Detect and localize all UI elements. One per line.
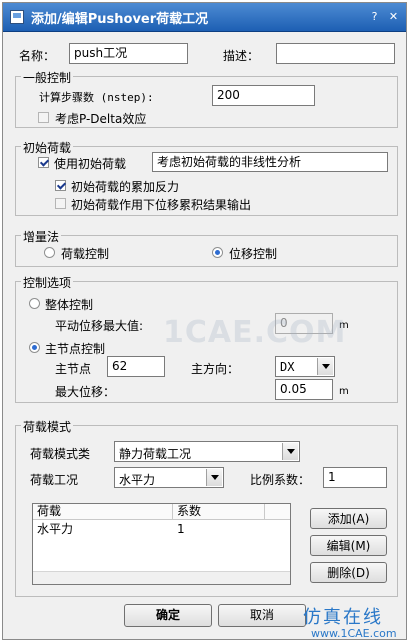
- master-node-control-label: 主节点控制: [45, 342, 106, 356]
- dialog-window: 添加/编辑Pushover荷载工况 ? ✕ 名称： push工况 描述： 一般控…: [2, 2, 407, 640]
- direction-value: DX: [280, 360, 295, 374]
- load-pattern-type-select[interactable]: 静力荷载工况: [114, 441, 300, 462]
- ok-button[interactable]: 确定: [124, 604, 212, 627]
- max-displacement-unit: m: [339, 386, 349, 397]
- direction-label: 主方向：: [191, 362, 240, 376]
- watermark-text: 1CAE.COM: [163, 315, 347, 350]
- load-pattern-type-value: 静力荷载工况: [119, 447, 192, 461]
- name-label: 名称：: [19, 49, 56, 63]
- master-node-control-radio[interactable]: [29, 342, 40, 353]
- edit-button[interactable]: 编辑(M): [310, 535, 387, 556]
- avg-displacement-label: 平动位移最大值:: [55, 319, 144, 333]
- scale-factor-label: 比例系数：: [250, 473, 311, 487]
- max-displacement-label: 最大位移：: [55, 385, 116, 399]
- chevron-down-icon: [317, 358, 333, 375]
- max-displacement-input[interactable]: 0.05: [275, 379, 333, 400]
- description-input[interactable]: [276, 43, 395, 64]
- direction-select[interactable]: DX: [275, 356, 335, 377]
- master-node-input[interactable]: 62: [107, 356, 165, 377]
- accumulate-reaction-label: 初始荷载的累加反力: [71, 180, 180, 194]
- load-table[interactable]: 荷载 系数 水平力 1: [32, 503, 291, 585]
- close-button[interactable]: ✕: [386, 9, 401, 24]
- horizontal-scrollbar[interactable]: [33, 571, 290, 584]
- steps-label: 计算步骤数 (nstep):: [39, 91, 154, 104]
- add-button[interactable]: 添加(A): [310, 508, 387, 529]
- pdelta-label: 考虑P-Delta效应: [55, 112, 147, 126]
- load-control-label: 荷载控制: [61, 247, 110, 261]
- load-control-radio[interactable]: [44, 247, 55, 258]
- control-options-legend: 控制选项: [21, 274, 74, 291]
- accumulate-reaction-checkbox[interactable]: [55, 180, 66, 191]
- scale-factor-input[interactable]: 1: [323, 467, 387, 488]
- description-label: 描述：: [223, 49, 260, 63]
- brand-watermark: 仿真在线: [303, 607, 383, 628]
- table-cell-load[interactable]: 水平力: [33, 521, 173, 537]
- delete-button[interactable]: 删除(D): [310, 562, 387, 583]
- table-header-load[interactable]: 荷载: [33, 504, 173, 520]
- pdelta-checkbox[interactable]: [38, 112, 49, 123]
- displacement-output-label: 初始荷载作用下位移累积结果输出: [71, 198, 252, 212]
- displacement-control-radio[interactable]: [212, 247, 223, 258]
- steps-input[interactable]: 200: [212, 85, 315, 106]
- brand-url-watermark: www.1CAE.com: [311, 627, 397, 640]
- load-case-label: 荷载工况: [30, 473, 79, 487]
- cancel-button[interactable]: 取消: [218, 604, 306, 627]
- use-initial-load-checkbox[interactable]: [38, 157, 49, 168]
- table-cell-factor[interactable]: 1: [173, 521, 265, 537]
- app-icon: [10, 10, 24, 24]
- displacement-control-label: 位移控制: [229, 247, 278, 261]
- displacement-output-checkbox[interactable]: [55, 198, 66, 209]
- help-button[interactable]: ?: [367, 9, 382, 24]
- chevron-down-icon: [206, 469, 222, 486]
- table-header-filler: [265, 504, 290, 520]
- increment-method-legend: 增量法: [21, 228, 62, 245]
- title-bar[interactable]: 添加/编辑Pushover荷载工况 ? ✕: [3, 3, 406, 32]
- table-header-factor[interactable]: 系数: [173, 504, 265, 520]
- general-control-legend: 一般控制: [21, 69, 74, 86]
- load-pattern-type-label: 荷载模式类: [30, 447, 91, 461]
- chevron-down-icon: [282, 443, 298, 460]
- window-title: 添加/编辑Pushover荷载工况: [31, 12, 209, 27]
- use-initial-load-label: 使用初始荷载: [54, 157, 127, 171]
- overall-control-radio[interactable]: [29, 298, 40, 309]
- overall-control-label: 整体控制: [45, 298, 94, 312]
- load-pattern-legend: 荷载模式: [21, 418, 74, 435]
- load-case-value: 水平力: [119, 473, 156, 487]
- initial-load-legend: 初始荷载: [21, 139, 74, 156]
- nonlinear-analysis-field[interactable]: 考虑初始荷载的非线性分析: [152, 152, 388, 172]
- load-case-select[interactable]: 水平力: [114, 467, 224, 488]
- master-node-label: 主节点: [55, 362, 92, 376]
- name-input[interactable]: push工况: [69, 43, 188, 64]
